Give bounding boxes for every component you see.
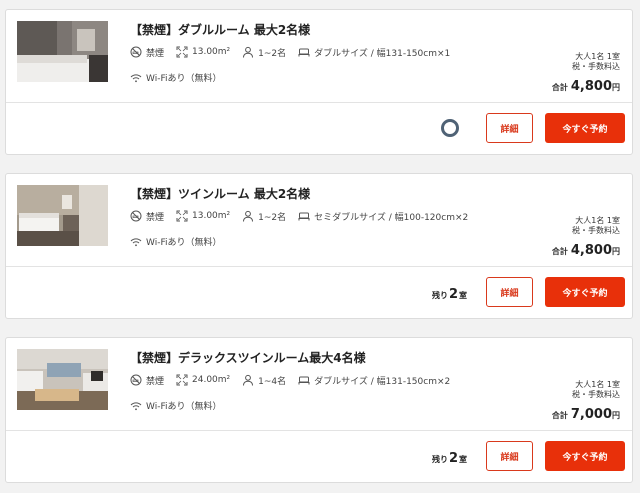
remaining-unit: 室 xyxy=(459,455,467,464)
room-card-actions: 残り2室 詳細 今すぐ予約 xyxy=(6,430,632,482)
smoking-spec: 禁煙 xyxy=(130,374,164,387)
tax-note: 税・手数料込 xyxy=(572,226,620,235)
bed-text: セミダブルサイズ / 幅100-120cm×2 xyxy=(314,212,469,223)
area-spec: 13.00m² xyxy=(176,46,230,58)
room-specs: 禁煙 13.00m² 1~2名 ダブルサイズ / 幅131-150cm×1 xyxy=(130,45,462,59)
price-block: 大人1名 1室 税・手数料込 合計 4,800円 xyxy=(552,216,620,258)
total-amount: 4,800 xyxy=(570,79,612,94)
rooms-remaining: 残り2室 xyxy=(432,447,467,466)
currency-unit: 円 xyxy=(612,83,620,92)
remaining-count: 2 xyxy=(448,287,458,302)
capacity-spec: 1~4名 xyxy=(242,374,286,387)
capacity-text: 1~2名 xyxy=(258,48,287,59)
area-text: 13.00m² xyxy=(192,211,231,221)
wifi-icon xyxy=(130,401,142,410)
room-card-info: 【禁煙】ツインルーム 最大2名様 禁煙 13.00m² 1~2名 セミダブルサイ… xyxy=(6,174,632,266)
smoking-text: 禁煙 xyxy=(146,48,165,59)
smoking-text: 禁煙 xyxy=(146,212,165,223)
tax-note: 税・手数料込 xyxy=(572,390,620,399)
wifi-spec: Wi-Fiあり（無料） xyxy=(130,71,221,84)
wifi-text: Wi-Fiあり（無料） xyxy=(146,74,222,84)
guest-count: 大人1名 1室 xyxy=(575,380,620,389)
capacity-text: 1~4名 xyxy=(258,376,287,387)
expand-icon xyxy=(176,46,188,58)
details-button[interactable]: 詳細 xyxy=(486,441,533,471)
remaining-unit: 室 xyxy=(459,291,467,300)
book-now-button[interactable]: 今すぐ予約 xyxy=(545,113,625,143)
total-label: 合計 xyxy=(551,247,568,256)
remaining-label: 残り xyxy=(431,291,448,300)
room-name: 【禁煙】デラックスツインルーム最大4名様 xyxy=(130,351,366,365)
wifi-spec: Wi-Fiあり（無料） xyxy=(130,399,221,412)
room-specs: 禁煙 13.00m² 1~2名 セミダブルサイズ / 幅100-120cm×2 xyxy=(130,209,480,223)
room-photo[interactable] xyxy=(17,349,108,410)
room-card-actions: 詳細 今すぐ予約 xyxy=(6,102,632,154)
guest-count: 大人1名 1室 xyxy=(575,52,620,61)
bed-icon xyxy=(298,48,310,57)
bed-text: ダブルサイズ / 幅131-150cm×1 xyxy=(314,48,451,59)
guest-count: 大人1名 1室 xyxy=(575,216,620,225)
area-spec: 24.00m² xyxy=(176,374,230,386)
room-photo[interactable] xyxy=(17,185,108,246)
total-price: 合計 7,000円 xyxy=(552,403,620,422)
wifi-icon xyxy=(130,237,142,246)
wifi-text: Wi-Fiあり（無料） xyxy=(146,402,222,412)
smoking-spec: 禁煙 xyxy=(130,46,164,59)
person-icon xyxy=(243,374,254,386)
total-price: 合計 4,800円 xyxy=(552,239,620,258)
bed-spec: ダブルサイズ / 幅131-150cm×1 xyxy=(298,46,450,59)
no-smoking-icon xyxy=(130,210,142,222)
bed-spec: ダブルサイズ / 幅131-150cm×2 xyxy=(298,374,450,387)
room-name: 【禁煙】ツインルーム 最大2名様 xyxy=(130,187,311,201)
total-amount: 7,000 xyxy=(570,407,612,422)
no-smoking-icon xyxy=(130,46,142,58)
room-specs: 禁煙 24.00m² 1~4名 ダブルサイズ / 幅131-150cm×2 xyxy=(130,373,462,387)
room-photo[interactable] xyxy=(17,21,108,82)
bed-icon xyxy=(298,212,310,221)
room-card-info: 【禁煙】ダブルルーム 最大2名様 禁煙 13.00m² 1~2名 ダブルサイズ … xyxy=(6,10,632,102)
price-block: 大人1名 1室 税・手数料込 合計 4,800円 xyxy=(552,52,620,94)
wifi-text: Wi-Fiあり（無料） xyxy=(146,238,222,248)
price-block: 大人1名 1室 税・手数料込 合計 7,000円 xyxy=(552,380,620,422)
rooms-remaining: 残り2室 xyxy=(432,283,467,302)
book-now-button[interactable]: 今すぐ予約 xyxy=(545,441,625,471)
area-text: 13.00m² xyxy=(192,47,231,57)
bed-icon xyxy=(298,376,310,385)
person-icon xyxy=(243,210,254,222)
expand-icon xyxy=(176,210,188,222)
book-now-button[interactable]: 今すぐ予約 xyxy=(545,277,625,307)
currency-unit: 円 xyxy=(612,411,620,420)
bed-text: ダブルサイズ / 幅131-150cm×2 xyxy=(314,376,451,387)
room-card: 【禁煙】ダブルルーム 最大2名様 禁煙 13.00m² 1~2名 ダブルサイズ … xyxy=(5,9,633,155)
area-text: 24.00m² xyxy=(192,375,231,385)
currency-unit: 円 xyxy=(612,247,620,256)
smoking-spec: 禁煙 xyxy=(130,210,164,223)
room-card: 【禁煙】ツインルーム 最大2名様 禁煙 13.00m² 1~2名 セミダブルサイ… xyxy=(5,173,633,319)
capacity-text: 1~2名 xyxy=(258,212,287,223)
room-name: 【禁煙】ダブルルーム 最大2名様 xyxy=(130,23,311,37)
bed-spec: セミダブルサイズ / 幅100-120cm×2 xyxy=(298,210,468,223)
details-button[interactable]: 詳細 xyxy=(486,113,533,143)
no-smoking-icon xyxy=(130,374,142,386)
room-card-info: 【禁煙】デラックスツインルーム最大4名様 禁煙 24.00m² 1~4名 ダブル… xyxy=(6,338,632,430)
remaining-count: 2 xyxy=(448,451,458,466)
capacity-spec: 1~2名 xyxy=(242,210,286,223)
total-price: 合計 4,800円 xyxy=(552,75,620,94)
person-icon xyxy=(243,46,254,58)
total-label: 合計 xyxy=(551,411,568,420)
loading-spinner xyxy=(441,119,459,137)
remaining-label: 残り xyxy=(431,455,448,464)
smoking-text: 禁煙 xyxy=(146,376,165,387)
total-amount: 4,800 xyxy=(570,243,612,258)
total-label: 合計 xyxy=(551,83,568,92)
room-card: 【禁煙】デラックスツインルーム最大4名様 禁煙 24.00m² 1~4名 ダブル… xyxy=(5,337,633,483)
capacity-spec: 1~2名 xyxy=(242,46,286,59)
tax-note: 税・手数料込 xyxy=(572,62,620,71)
details-button[interactable]: 詳細 xyxy=(486,277,533,307)
expand-icon xyxy=(176,374,188,386)
wifi-spec: Wi-Fiあり（無料） xyxy=(130,235,221,248)
area-spec: 13.00m² xyxy=(176,210,230,222)
room-card-actions: 残り2室 詳細 今すぐ予約 xyxy=(6,266,632,318)
wifi-icon xyxy=(130,73,142,82)
